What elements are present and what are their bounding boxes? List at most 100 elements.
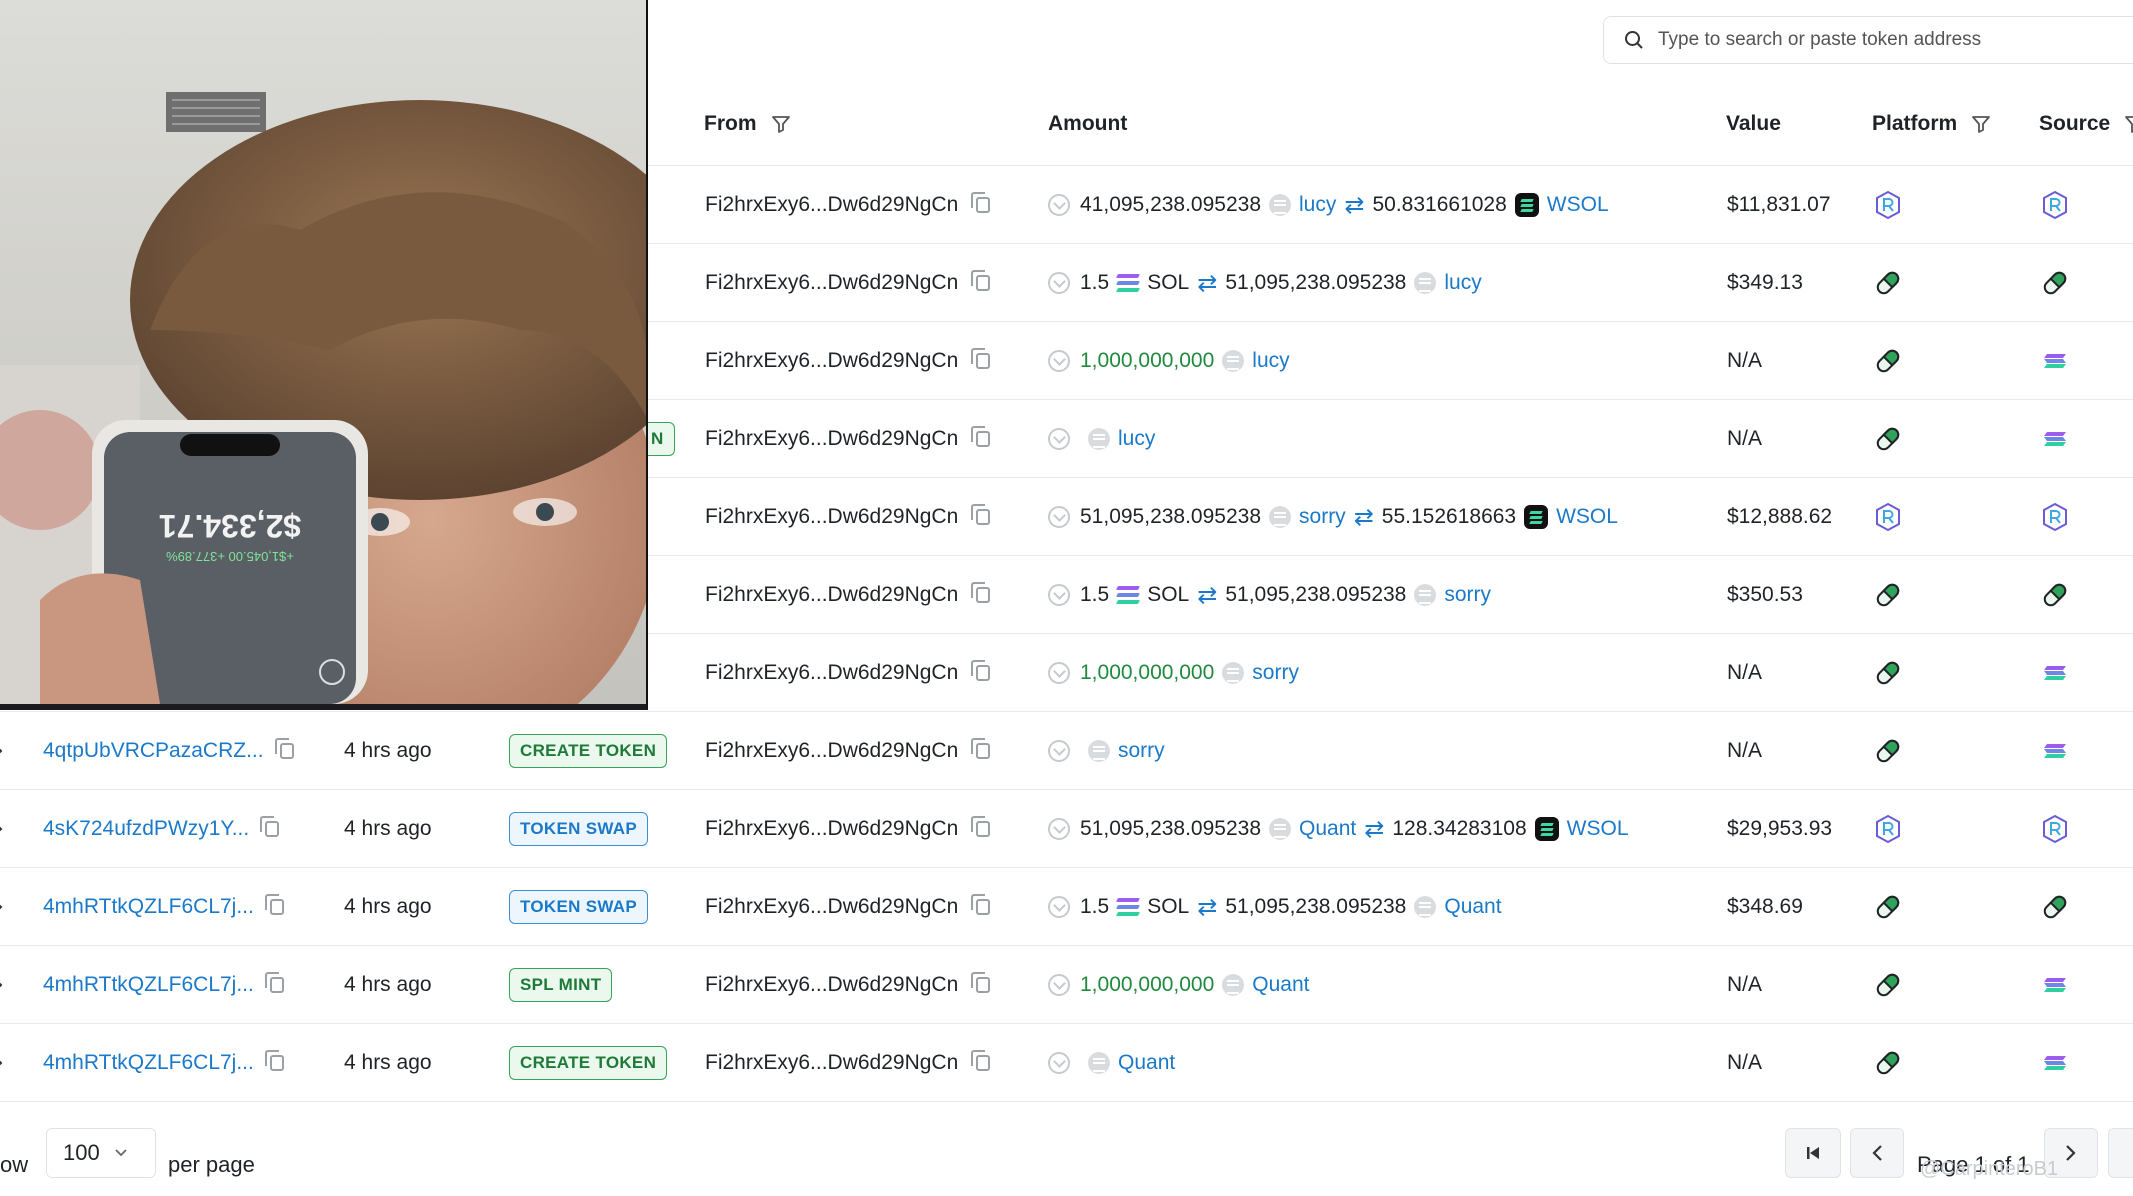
solana-icon[interactable] (2040, 1048, 2070, 1078)
token-in-link[interactable]: Quant (1252, 973, 1309, 997)
copy-icon[interactable] (971, 816, 991, 837)
type-badge: CREATE TOKEN (509, 1046, 668, 1080)
from-address[interactable]: Fi2hrxExy6...Dw6d29NgCn (705, 271, 958, 295)
pill-icon[interactable] (1873, 970, 1903, 1000)
from-address[interactable]: Fi2hrxExy6...Dw6d29NgCn (705, 193, 958, 217)
from-address[interactable]: Fi2hrxExy6...Dw6d29NgCn (705, 895, 958, 919)
token-out-link[interactable]: sorry (1444, 583, 1491, 607)
token-in-link[interactable]: lucy (1118, 427, 1155, 451)
chevron-circle-icon (1048, 584, 1070, 606)
copy-icon[interactable] (971, 192, 991, 213)
expand-chevron-icon[interactable] (0, 742, 6, 760)
amount-in: 41,095,238.095238 (1080, 193, 1262, 216)
chevron-circle-icon (1048, 974, 1070, 996)
raydium-icon[interactable] (2040, 190, 2070, 220)
solana-icon[interactable] (2040, 346, 2070, 376)
copy-icon[interactable] (971, 1050, 991, 1071)
pill-icon[interactable] (1873, 658, 1903, 688)
raydium-icon[interactable] (2040, 814, 2070, 844)
signature-link[interactable]: 4mhRTtkQZLF6CL7j... (43, 1051, 254, 1075)
pill-icon[interactable] (1873, 346, 1903, 376)
copy-icon[interactable] (971, 426, 991, 447)
token-out-link[interactable]: Quant (1444, 895, 1501, 919)
copy-icon[interactable] (260, 816, 280, 837)
expand-chevron-icon[interactable] (0, 976, 6, 994)
last-page-button[interactable] (2108, 1128, 2133, 1178)
copy-icon[interactable] (264, 894, 284, 915)
raydium-icon[interactable] (2040, 502, 2070, 532)
per-page-select[interactable]: 100 (46, 1128, 156, 1178)
token-in-link[interactable]: sorry (1299, 505, 1346, 529)
pill-icon[interactable] (1873, 424, 1903, 454)
token-in-link[interactable]: Quant (1299, 817, 1356, 841)
token-in-link[interactable]: lucy (1299, 193, 1336, 217)
from-address[interactable]: Fi2hrxExy6...Dw6d29NgCn (705, 1051, 958, 1075)
wsol-icon (1524, 505, 1549, 529)
token-out-link[interactable]: WSOL (1547, 193, 1609, 217)
pill-icon[interactable] (2040, 268, 2070, 298)
copy-icon[interactable] (274, 738, 294, 759)
from-address[interactable]: Fi2hrxExy6...Dw6d29NgCn (705, 817, 958, 841)
solana-icon[interactable] (2040, 970, 2070, 1000)
token-icon (1414, 584, 1437, 606)
from-address[interactable]: Fi2hrxExy6...Dw6d29NgCn (705, 739, 958, 763)
copy-icon[interactable] (971, 894, 991, 915)
copy-icon[interactable] (971, 738, 991, 759)
from-address[interactable]: Fi2hrxExy6...Dw6d29NgCn (705, 505, 958, 529)
signature-link[interactable]: 4sK724ufzdPWzy1Y... (43, 817, 249, 841)
token-in-link[interactable]: lucy (1252, 349, 1289, 373)
amount-in: 51,095,238.095238 (1080, 505, 1262, 528)
copy-icon[interactable] (264, 1050, 284, 1071)
pill-icon[interactable] (1873, 736, 1903, 766)
pill-icon[interactable] (2040, 580, 2070, 610)
filter-icon[interactable] (2124, 114, 2133, 134)
pill-icon[interactable] (1873, 268, 1903, 298)
from-address[interactable]: Fi2hrxExy6...Dw6d29NgCn (705, 349, 958, 373)
swap-arrows-icon: ⇄ (1197, 581, 1218, 609)
signature-link[interactable]: 4qtpUbVRCPazaCRZ... (43, 739, 264, 763)
expand-chevron-icon[interactable] (0, 1054, 6, 1072)
copy-icon[interactable] (264, 972, 284, 993)
expand-chevron-icon[interactable] (0, 898, 6, 916)
copy-icon[interactable] (971, 660, 991, 681)
raydium-icon[interactable] (1873, 502, 1903, 532)
token-in-link[interactable]: sorry (1118, 739, 1165, 763)
token-in-link[interactable]: Quant (1118, 1051, 1175, 1075)
webcam-overlay: $2,334.71 +$1,045.00 +377.89% (0, 0, 648, 710)
pill-icon[interactable] (1873, 580, 1903, 610)
copy-icon[interactable] (971, 348, 991, 369)
copy-icon[interactable] (971, 582, 991, 603)
value-text: $349.13 (1727, 271, 1803, 294)
filter-icon[interactable] (1971, 114, 1991, 134)
raydium-icon[interactable] (1873, 190, 1903, 220)
pill-icon[interactable] (1873, 892, 1903, 922)
copy-icon[interactable] (971, 972, 991, 993)
copy-icon[interactable] (971, 270, 991, 291)
token-icon (1269, 818, 1292, 840)
first-page-button[interactable] (1785, 1128, 1841, 1178)
from-address[interactable]: Fi2hrxExy6...Dw6d29NgCn (705, 583, 958, 607)
token-out-link[interactable]: WSOL (1567, 817, 1629, 841)
token-out-link[interactable]: lucy (1444, 271, 1481, 295)
token-out-link[interactable]: WSOL (1556, 505, 1618, 529)
solana-icon[interactable] (2040, 736, 2070, 766)
pill-icon[interactable] (1873, 1048, 1903, 1078)
previous-page-button[interactable] (1850, 1128, 1904, 1178)
amount-out: 55.152618663 (1381, 505, 1517, 528)
expand-chevron-icon[interactable] (0, 820, 6, 838)
copy-icon[interactable] (971, 504, 991, 525)
raydium-icon[interactable] (1873, 814, 1903, 844)
from-address[interactable]: Fi2hrxExy6...Dw6d29NgCn (705, 427, 958, 451)
filter-icon[interactable] (771, 114, 791, 134)
token-search-box[interactable] (1603, 16, 2133, 64)
token-in-link[interactable]: sorry (1252, 661, 1299, 685)
from-address[interactable]: Fi2hrxExy6...Dw6d29NgCn (705, 973, 958, 997)
chevron-down-icon (115, 1149, 127, 1157)
solana-icon[interactable] (2040, 658, 2070, 688)
pill-icon[interactable] (2040, 892, 2070, 922)
solana-icon[interactable] (2040, 424, 2070, 454)
from-address[interactable]: Fi2hrxExy6...Dw6d29NgCn (705, 661, 958, 685)
signature-link[interactable]: 4mhRTtkQZLF6CL7j... (43, 895, 254, 919)
signature-link[interactable]: 4mhRTtkQZLF6CL7j... (43, 973, 254, 997)
search-input[interactable] (1656, 28, 2120, 52)
